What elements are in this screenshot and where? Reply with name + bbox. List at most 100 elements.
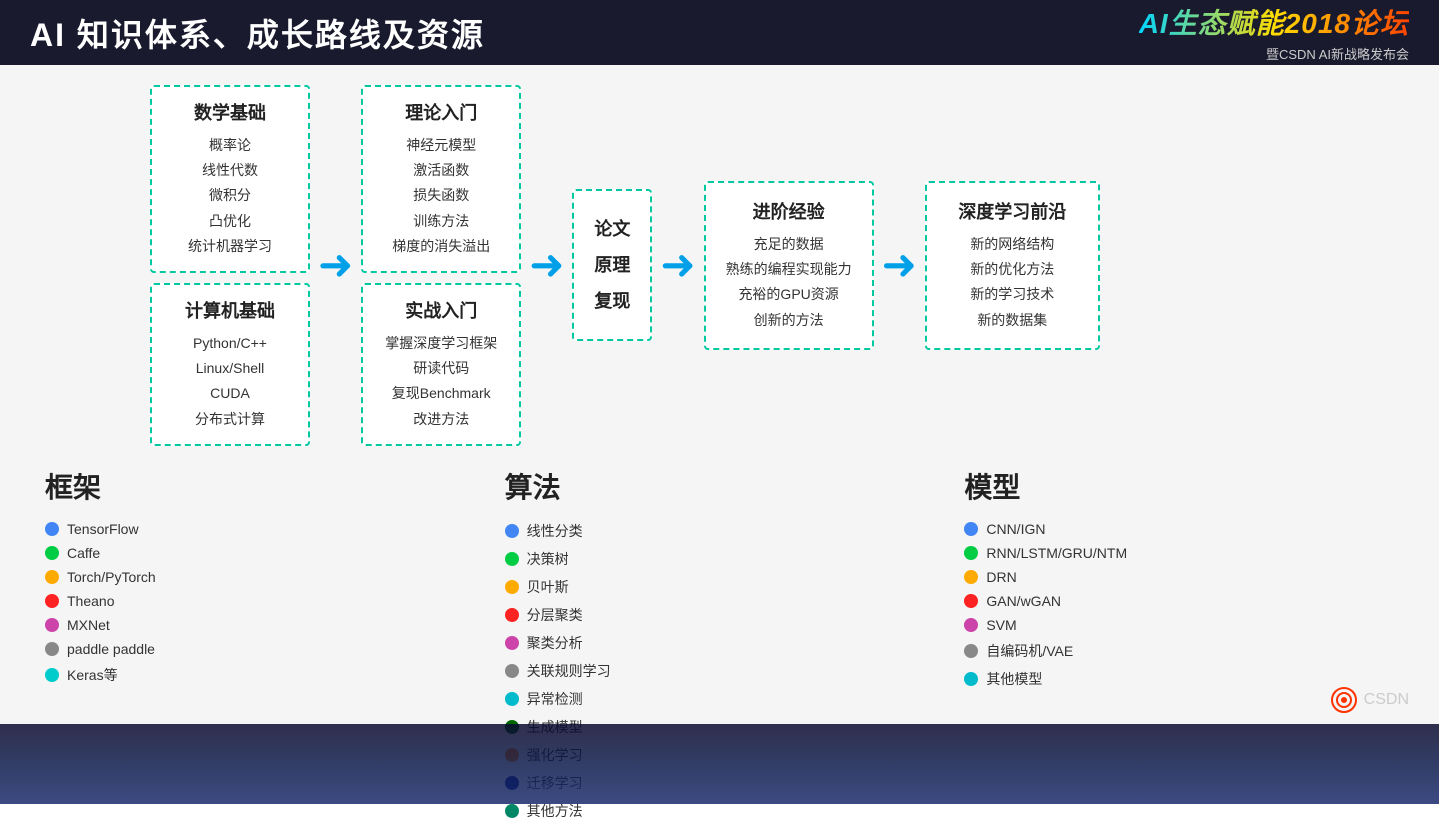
- item-label: 线性分类: [527, 521, 583, 541]
- flow-diagram: 数学基础 概率论线性代数微积分凸优化统计机器学习 计算机基础 Python/C+…: [150, 85, 1409, 446]
- list-item: 关联规则学习: [505, 661, 935, 681]
- logo-area: AI生态赋能2018论坛 暨CSDN AI新战略发布会: [1139, 2, 1409, 63]
- item-label: 其他模型: [986, 669, 1042, 689]
- list-item: CNN/IGN: [964, 521, 1394, 537]
- item-label: 分层聚类: [527, 605, 583, 625]
- box-paper-text: 论文原理复现: [589, 211, 635, 319]
- frameworks-title: 框架: [45, 466, 475, 506]
- box-intro: 理论入门 神经元模型激活函数损失函数训练方法梯度的消失溢出 实战入门 掌握深度学…: [361, 85, 521, 446]
- list-item: Theano: [45, 593, 475, 609]
- arrow-1: ➜: [318, 244, 353, 286]
- item-label: 聚类分析: [527, 633, 583, 653]
- header: AI 知识体系、成长路线及资源 AI生态赋能2018论坛 暨CSDN AI新战略…: [0, 0, 1439, 65]
- item-label: DRN: [986, 569, 1016, 585]
- list-item: TensorFlow: [45, 521, 475, 537]
- box-frontier: 深度学习前沿 新的网络结构新的优化方法新的学习技术新的数据集: [925, 181, 1100, 350]
- color-dot: [45, 642, 59, 656]
- arrow-2: ➜: [529, 244, 564, 286]
- list-item: 线性分类: [505, 521, 935, 541]
- page-title: AI 知识体系、成长路线及资源: [30, 10, 485, 56]
- color-dot: [505, 664, 519, 678]
- box-computer-title: 计算机基础: [168, 297, 292, 323]
- list-item: MXNet: [45, 617, 475, 633]
- color-dot: [45, 594, 59, 608]
- list-item: Caffe: [45, 545, 475, 561]
- color-dot: [505, 552, 519, 566]
- list-item: 贝叶斯: [505, 577, 935, 597]
- list-item: paddle paddle: [45, 641, 475, 657]
- list-item: SVM: [964, 617, 1394, 633]
- item-label: 关联规则学习: [527, 661, 611, 681]
- list-item: Keras等: [45, 665, 475, 685]
- main-content: 数学基础 概率论线性代数微积分凸优化统计机器学习 计算机基础 Python/C+…: [0, 65, 1439, 724]
- color-dot: [964, 522, 978, 536]
- item-label: Keras等: [67, 665, 118, 685]
- color-dot: [45, 546, 59, 560]
- item-label: SVM: [986, 617, 1016, 633]
- color-dot: [964, 546, 978, 560]
- color-dot: [45, 668, 59, 682]
- csdn-logo: CSDN: [1330, 686, 1409, 714]
- box-math-items: 概率论线性代数微积分凸优化统计机器学习: [168, 133, 292, 259]
- color-dot: [45, 522, 59, 536]
- item-label: paddle paddle: [67, 641, 155, 657]
- item-label: Theano: [67, 593, 114, 609]
- box-theory-items: 神经元模型激活函数损失函数训练方法梯度的消失溢出: [379, 133, 503, 259]
- box-advanced-items: 充足的数据熟练的编程实现能力充裕的GPU资源创新的方法: [726, 232, 852, 333]
- box-paper: 论文原理复现: [572, 189, 652, 341]
- color-dot: [964, 644, 978, 658]
- color-dot: [505, 636, 519, 650]
- models-title: 模型: [964, 466, 1394, 506]
- color-dot: [964, 618, 978, 632]
- box-practice-items: 掌握深度学习框架研读代码复现Benchmark改进方法: [379, 331, 503, 432]
- box-computer: 计算机基础 Python/C++Linux/ShellCUDA分布式计算: [150, 283, 310, 446]
- frameworks-list: TensorFlow Caffe Torch/PyTorch Theano MXNet p…: [45, 521, 475, 685]
- box-theory-title: 理论入门: [379, 99, 503, 125]
- color-dot: [505, 692, 519, 706]
- box-math: 数学基础 概率论线性代数微积分凸优化统计机器学习: [150, 85, 310, 273]
- box-computer-items: Python/C++Linux/ShellCUDA分布式计算: [168, 331, 292, 432]
- logo-sub: 暨CSDN AI新战略发布会: [1266, 44, 1409, 63]
- list-item: 聚类分析: [505, 633, 935, 653]
- item-label: 贝叶斯: [527, 577, 569, 597]
- box-foundations: 数学基础 概率论线性代数微积分凸优化统计机器学习 计算机基础 Python/C+…: [150, 85, 310, 446]
- item-label: CNN/IGN: [986, 521, 1045, 537]
- list-item: GAN/wGAN: [964, 593, 1394, 609]
- csdn-icon: [1330, 686, 1358, 714]
- list-item: 自编码机/VAE: [964, 641, 1394, 661]
- box-frontier-items: 新的网络结构新的优化方法新的学习技术新的数据集: [947, 232, 1078, 333]
- box-advanced: 进阶经验 充足的数据熟练的编程实现能力充裕的GPU资源创新的方法: [704, 181, 874, 350]
- csdn-text: CSDN: [1364, 691, 1409, 709]
- box-advanced-title: 进阶经验: [726, 198, 852, 224]
- color-dot: [505, 580, 519, 594]
- item-label: Caffe: [67, 545, 100, 561]
- color-dot: [505, 608, 519, 622]
- color-dot: [45, 618, 59, 632]
- box-practice: 实战入门 掌握深度学习框架研读代码复现Benchmark改进方法: [361, 283, 521, 446]
- item-label: 异常检测: [527, 689, 583, 709]
- item-label: GAN/wGAN: [986, 593, 1061, 609]
- list-item: Torch/PyTorch: [45, 569, 475, 585]
- list-item: 决策树: [505, 549, 935, 569]
- bottom-bar: [0, 724, 1439, 804]
- item-label: Torch/PyTorch: [67, 569, 156, 585]
- color-dot: [505, 804, 519, 818]
- item-label: MXNet: [67, 617, 110, 633]
- color-dot: [964, 672, 978, 686]
- color-dot: [964, 594, 978, 608]
- list-item: RNN/LSTM/GRU/NTM: [964, 545, 1394, 561]
- item-label: TensorFlow: [67, 521, 139, 537]
- algorithms-title: 算法: [505, 466, 935, 506]
- arrow-4: ➜: [882, 244, 917, 286]
- list-item: DRN: [964, 569, 1394, 585]
- models-list: CNN/IGN RNN/LSTM/GRU/NTM DRN GAN/wGAN SVM 自编码…: [964, 521, 1394, 689]
- color-dot: [964, 570, 978, 584]
- arrow-3: ➜: [660, 244, 695, 286]
- color-dot: [45, 570, 59, 584]
- list-item: 异常检测: [505, 689, 935, 709]
- color-dot: [505, 524, 519, 538]
- item-label: 自编码机/VAE: [986, 641, 1073, 661]
- box-practice-title: 实战入门: [379, 297, 503, 323]
- box-math-title: 数学基础: [168, 99, 292, 125]
- list-item: 分层聚类: [505, 605, 935, 625]
